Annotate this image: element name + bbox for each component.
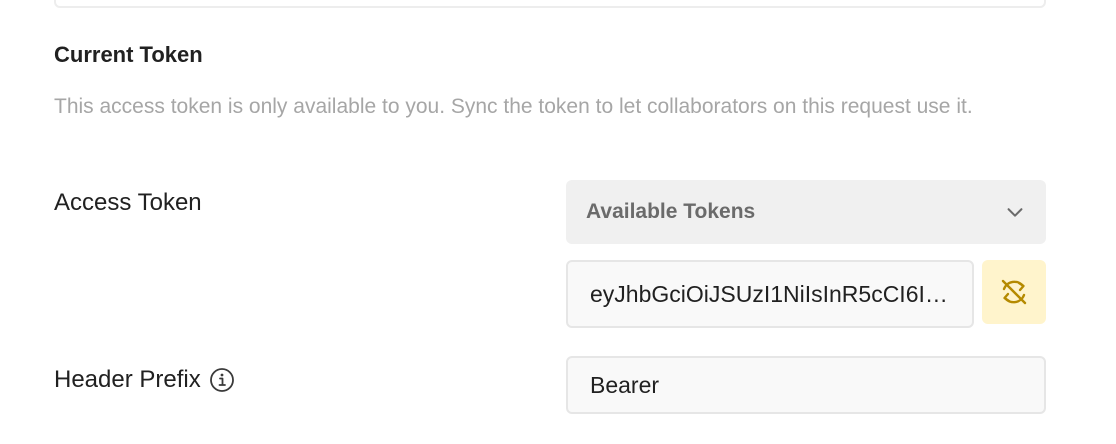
header-prefix-label: Header Prefix <box>54 366 235 394</box>
sync-off-icon <box>1001 279 1027 305</box>
header-prefix-value: Bearer <box>590 371 660 398</box>
access-token-label-text: Access Token <box>54 189 202 216</box>
available-tokens-dropdown[interactable]: Available Tokens <box>566 180 1046 244</box>
access-token-value: eyJhbGciOiJSUzI1NiIsInR5cCI6IkpXVCJ9 <box>590 280 950 307</box>
section-description: This access token is only available to y… <box>54 95 973 118</box>
section-title: Current Token <box>54 42 203 67</box>
chevron-down-icon <box>1007 208 1023 217</box>
access-token-label: Access Token <box>54 189 202 217</box>
sync-token-button[interactable] <box>982 260 1046 324</box>
header-prefix-label-text: Header Prefix <box>54 366 201 393</box>
dropdown-label: Available Tokens <box>586 200 756 223</box>
access-token-input[interactable]: eyJhbGciOiJSUzI1NiIsInR5cCI6IkpXVCJ9 <box>566 260 974 328</box>
header-prefix-input[interactable]: Bearer <box>566 356 1046 414</box>
info-icon[interactable] <box>209 367 235 393</box>
previous-field[interactable] <box>54 0 1046 8</box>
